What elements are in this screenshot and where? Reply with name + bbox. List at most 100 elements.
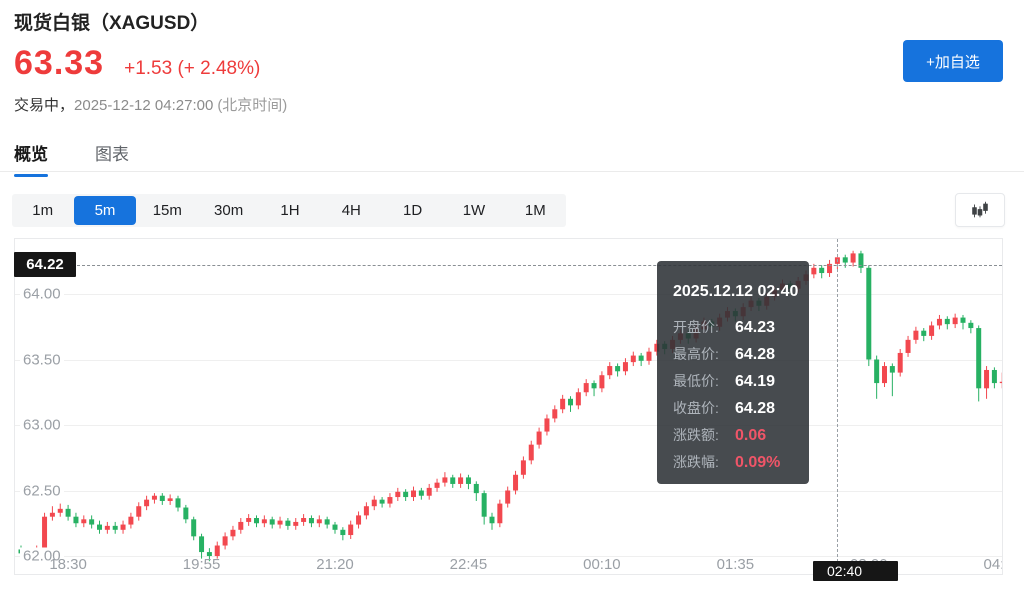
candle-19:25 <box>152 493 157 503</box>
candle-04:20 <box>992 367 997 388</box>
candle-02:30 <box>819 265 824 278</box>
candle-21:10 <box>317 515 322 527</box>
candle-19:10 <box>128 513 133 529</box>
candle-19:45 <box>183 505 188 523</box>
price-row: 63.33 +1.53 (+ 2.48%) <box>14 44 260 83</box>
candle-18:35 <box>73 513 78 527</box>
candle-03:50 <box>945 316 950 329</box>
tooltip-row-value: 0.06 <box>735 427 766 444</box>
trading-status: 交易中，2025-12-12 04:27:00(北京时间) <box>14 94 287 115</box>
tab-chart-label: 图表 <box>95 145 129 164</box>
candle-21:15 <box>325 517 330 529</box>
candle-00:35 <box>639 353 644 366</box>
candle-22:45 <box>466 475 471 489</box>
candle-19:05 <box>121 521 126 534</box>
x-axis-label: 01:35 <box>717 556 755 573</box>
candle-23:00 <box>490 513 495 530</box>
candle-18:20 <box>50 506 55 520</box>
candle-03:35 <box>921 328 926 341</box>
candle-20:45 <box>278 517 283 529</box>
candle-03:20 <box>898 349 903 377</box>
candle-04:00 <box>961 315 966 329</box>
candle-04:10 <box>976 325 981 401</box>
candle-21:55 <box>387 493 392 507</box>
candle-20:35 <box>262 515 267 527</box>
active-tab-underline <box>14 174 48 177</box>
x-axis-label: 18:30 <box>49 556 87 573</box>
tooltip-row-value: 0.09% <box>735 454 780 471</box>
tooltip-row: 开盘价:64.23 <box>673 319 793 336</box>
candle-23:15 <box>513 471 518 495</box>
candle-21:30 <box>348 521 353 539</box>
candle-23:50 <box>568 396 573 412</box>
interval-button-1W[interactable]: 1W <box>443 196 504 225</box>
candle-20:10 <box>223 532 228 549</box>
interval-button-15m[interactable]: 15m <box>137 196 198 225</box>
candle-22:10 <box>411 487 416 501</box>
candlestick-chart[interactable]: 2025.12.12 02:40 开盘价:64.23最高价:64.28最低价:6… <box>14 238 1003 575</box>
chart-style-button[interactable] <box>955 193 1005 227</box>
candle-20:55 <box>293 518 298 530</box>
tooltip-row-label: 开盘价: <box>673 319 735 336</box>
candle-00:05 <box>592 380 597 396</box>
candle-22:40 <box>458 473 463 487</box>
candle-03:40 <box>929 322 934 340</box>
tooltip-row-value: 64.23 <box>735 319 775 336</box>
candle-19:35 <box>168 494 173 504</box>
candle-22:05 <box>403 489 408 501</box>
interval-button-1m[interactable]: 1m <box>12 196 73 225</box>
candle-20:40 <box>270 517 275 529</box>
ohlc-tooltip: 2025.12.12 02:40 开盘价:64.23最高价:64.28最低价:6… <box>657 261 809 484</box>
candle-04:25 <box>1000 373 1003 389</box>
candle-03:25 <box>906 336 911 357</box>
trading-status-label: 交易中， <box>14 97 74 114</box>
candlestick-chart-icon <box>969 199 991 221</box>
interval-button-30m[interactable]: 30m <box>198 196 259 225</box>
tooltip-row: 涨跌额:0.06 <box>673 427 793 444</box>
x-axis-label: 21:20 <box>316 556 354 573</box>
interval-button-5m[interactable]: 5m <box>74 196 135 225</box>
candle-20:25 <box>246 514 251 526</box>
tooltip-row-label: 收盘价: <box>673 400 735 417</box>
candle-22:55 <box>482 491 487 525</box>
candle-22:25 <box>435 479 440 492</box>
candle-22:15 <box>419 488 424 500</box>
candle-21:50 <box>380 497 385 507</box>
candle-21:20 <box>333 522 338 534</box>
candle-00:40 <box>647 348 652 365</box>
candle-00:15 <box>607 362 612 379</box>
candle-02:55 <box>858 251 863 273</box>
candle-23:30 <box>537 428 542 449</box>
candle-02:50 <box>851 251 856 267</box>
candle-04:15 <box>984 366 989 399</box>
candle-21:00 <box>301 514 306 526</box>
last-price-badge: 64.22 <box>14 252 76 277</box>
candle-00:30 <box>631 352 636 366</box>
interval-button-4H[interactable]: 4H <box>321 196 382 225</box>
candlestick-canvas[interactable] <box>15 239 1003 575</box>
candle-22:50 <box>474 481 479 501</box>
interval-button-1H[interactable]: 1H <box>259 196 320 225</box>
tooltip-row-value: 64.19 <box>735 373 775 390</box>
y-axis-label: 63.50 <box>20 351 64 368</box>
candle-03:45 <box>937 315 942 329</box>
candle-23:25 <box>529 441 534 465</box>
candle-21:45 <box>372 496 377 510</box>
x-axis-label: 22:45 <box>450 556 488 573</box>
tooltip-row-label: 涨跌额: <box>673 427 735 444</box>
candle-00:10 <box>599 371 604 392</box>
current-price-dashed-line <box>77 265 1002 266</box>
current-price: 63.33 <box>14 44 104 83</box>
add-watchlist-button[interactable]: +加自选 <box>903 40 1003 82</box>
candle-19:50 <box>191 517 196 541</box>
candle-23:55 <box>576 388 581 409</box>
candle-00:20 <box>615 363 620 376</box>
interval-button-1D[interactable]: 1D <box>382 196 443 225</box>
candle-23:05 <box>497 500 502 528</box>
candle-03:05 <box>874 356 879 399</box>
interval-button-1M[interactable]: 1M <box>505 196 566 225</box>
candle-18:50 <box>97 521 102 534</box>
y-axis-label: 62.50 <box>20 482 64 499</box>
tooltip-datetime: 2025.12.12 02:40 <box>673 283 793 301</box>
tooltip-row-value: 64.28 <box>735 400 775 417</box>
